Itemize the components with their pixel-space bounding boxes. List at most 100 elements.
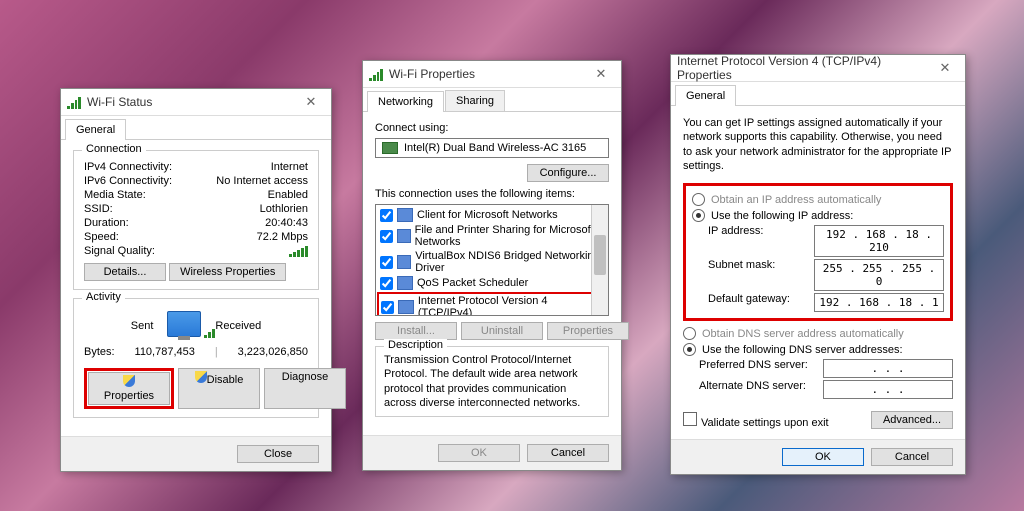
protocol-icon bbox=[397, 208, 413, 222]
item-checkbox[interactable] bbox=[380, 230, 393, 243]
footer: OK Cancel bbox=[671, 439, 965, 474]
ok-button[interactable]: OK bbox=[438, 444, 520, 462]
details-button[interactable]: Details... bbox=[84, 263, 166, 281]
item-checkbox[interactable] bbox=[380, 256, 393, 269]
item-label: Client for Microsoft Networks bbox=[417, 209, 558, 221]
list-item[interactable]: File and Printer Sharing for Microsoft N… bbox=[378, 223, 606, 249]
media-value: Enabled bbox=[268, 189, 308, 201]
configure-button[interactable]: Configure... bbox=[527, 164, 609, 182]
disable-button[interactable]: Disable bbox=[178, 368, 260, 409]
validate-checkbox-row[interactable]: Validate settings upon exit bbox=[683, 412, 829, 429]
uninstall-button[interactable]: Uninstall bbox=[461, 322, 543, 340]
adapter-name: Intel(R) Dual Band Wireless-AC 3165 bbox=[404, 142, 586, 154]
connect-using-label: Connect using: bbox=[375, 122, 609, 134]
close-icon[interactable]: ✕ bbox=[587, 64, 615, 84]
protocol-icon bbox=[398, 300, 414, 314]
tab-sharing[interactable]: Sharing bbox=[445, 90, 505, 111]
diagnose-button[interactable]: Diagnose bbox=[264, 368, 346, 409]
group-description: Description Transmission Control Protoco… bbox=[375, 346, 609, 417]
properties-button[interactable]: Properties bbox=[88, 372, 170, 405]
wireless-properties-button[interactable]: Wireless Properties bbox=[169, 263, 286, 281]
items-list[interactable]: Client for Microsoft Networks File and P… bbox=[375, 204, 609, 316]
intro-text: You can get IP settings assigned automat… bbox=[683, 116, 953, 173]
body: Connect using: Intel(R) Dual Band Wirele… bbox=[363, 112, 621, 435]
duration-value: 20:40:43 bbox=[265, 217, 308, 229]
item-checkbox[interactable] bbox=[380, 209, 393, 222]
received-label: Received bbox=[215, 320, 261, 332]
desc-heading: Description bbox=[384, 339, 447, 351]
list-item[interactable]: VirtualBox NDIS6 Bridged Networking Driv… bbox=[378, 249, 606, 275]
item-label: File and Printer Sharing for Microsoft N… bbox=[415, 224, 604, 248]
ok-button[interactable]: OK bbox=[782, 448, 864, 466]
footer: Close bbox=[61, 436, 331, 471]
alternate-dns-input[interactable]: . . . bbox=[823, 380, 953, 399]
window-title: Internet Protocol Version 4 (TCP/IPv4) P… bbox=[677, 54, 931, 82]
media-label: Media State: bbox=[84, 189, 146, 201]
preferred-dns-label: Preferred DNS server: bbox=[699, 359, 808, 378]
scrollbar[interactable] bbox=[591, 205, 608, 315]
install-button[interactable]: Install... bbox=[375, 322, 457, 340]
item-checkbox[interactable] bbox=[380, 277, 393, 290]
radio-icon bbox=[683, 327, 696, 340]
list-item[interactable]: Client for Microsoft Networks bbox=[378, 207, 606, 223]
ip-input[interactable]: 192 . 168 . 18 . 210 bbox=[814, 225, 944, 257]
activity-bars-icon bbox=[204, 326, 215, 338]
bytes-recv-value: 3,223,026,850 bbox=[238, 346, 308, 358]
wifi-icon bbox=[369, 67, 383, 81]
scroll-thumb[interactable] bbox=[594, 235, 606, 275]
monitor-icon bbox=[167, 311, 201, 337]
ssid-value: Lothlorien bbox=[260, 203, 308, 215]
sent-label: Sent bbox=[131, 320, 154, 332]
ipv6-label: IPv6 Connectivity: bbox=[84, 175, 172, 187]
tab-general[interactable]: General bbox=[675, 85, 736, 106]
ssid-label: SSID: bbox=[84, 203, 113, 215]
close-icon[interactable]: ✕ bbox=[297, 92, 325, 112]
group-label: Connection bbox=[82, 143, 146, 155]
radio-icon bbox=[683, 343, 696, 356]
signal-bars-icon bbox=[289, 245, 308, 257]
shield-icon bbox=[123, 375, 135, 387]
tabs: General bbox=[61, 116, 331, 140]
subnet-input[interactable]: 255 . 255 . 255 . 0 bbox=[814, 259, 944, 291]
checkbox-icon[interactable] bbox=[683, 412, 697, 426]
wifi-properties-window: Wi-Fi Properties ✕ Networking Sharing Co… bbox=[362, 60, 622, 471]
bytes-label: Bytes: bbox=[84, 346, 115, 358]
titlebar: Wi-Fi Properties ✕ bbox=[363, 61, 621, 88]
alternate-dns-label: Alternate DNS server: bbox=[699, 380, 806, 399]
adapter-field[interactable]: Intel(R) Dual Band Wireless-AC 3165 bbox=[375, 138, 609, 158]
cancel-button[interactable]: Cancel bbox=[527, 444, 609, 462]
advanced-button[interactable]: Advanced... bbox=[871, 411, 953, 429]
close-button[interactable]: Close bbox=[237, 445, 319, 463]
bytes-sent-value: 110,787,453 bbox=[135, 346, 195, 358]
radio-use-ip[interactable]: Use the following IP address: bbox=[692, 209, 944, 222]
speed-label: Speed: bbox=[84, 231, 119, 243]
desc-text: Transmission Control Protocol/Internet P… bbox=[384, 353, 600, 410]
adapter-icon bbox=[382, 142, 398, 154]
list-item[interactable]: QoS Packet Scheduler bbox=[378, 275, 606, 291]
tab-general[interactable]: General bbox=[65, 119, 126, 140]
radio-icon bbox=[692, 209, 705, 222]
wifi-status-window: Wi-Fi Status ✕ General Connection IPv4 C… bbox=[60, 88, 332, 472]
preferred-dns-input[interactable]: . . . bbox=[823, 359, 953, 378]
window-title: Wi-Fi Status bbox=[87, 95, 297, 109]
tabs: Networking Sharing bbox=[363, 88, 621, 112]
speed-value: 72.2 Mbps bbox=[257, 231, 308, 243]
body: Connection IPv4 Connectivity:Internet IP… bbox=[61, 140, 331, 436]
properties-button[interactable]: Properties bbox=[547, 322, 629, 340]
radio-obtain-ip[interactable]: Obtain an IP address automatically bbox=[692, 193, 944, 206]
group-connection: Connection IPv4 Connectivity:Internet IP… bbox=[73, 150, 319, 290]
radio-use-dns[interactable]: Use the following DNS server addresses: bbox=[683, 343, 953, 356]
protocol-icon bbox=[397, 276, 413, 290]
list-item-ipv4-highlight[interactable]: Internet Protocol Version 4 (TCP/IPv4) bbox=[377, 292, 607, 316]
ip-section-highlight: Obtain an IP address automatically Use t… bbox=[683, 183, 953, 321]
item-checkbox[interactable] bbox=[381, 301, 394, 314]
close-icon[interactable]: ✕ bbox=[931, 58, 959, 78]
gateway-label: Default gateway: bbox=[708, 293, 790, 312]
radio-icon bbox=[692, 193, 705, 206]
gateway-input[interactable]: 192 . 168 . 18 . 1 bbox=[814, 293, 944, 312]
ipv4-properties-window: Internet Protocol Version 4 (TCP/IPv4) P… bbox=[670, 54, 966, 475]
tab-networking[interactable]: Networking bbox=[367, 91, 444, 112]
ipv4-value: Internet bbox=[271, 161, 308, 173]
protocol-icon bbox=[397, 229, 411, 243]
cancel-button[interactable]: Cancel bbox=[871, 448, 953, 466]
